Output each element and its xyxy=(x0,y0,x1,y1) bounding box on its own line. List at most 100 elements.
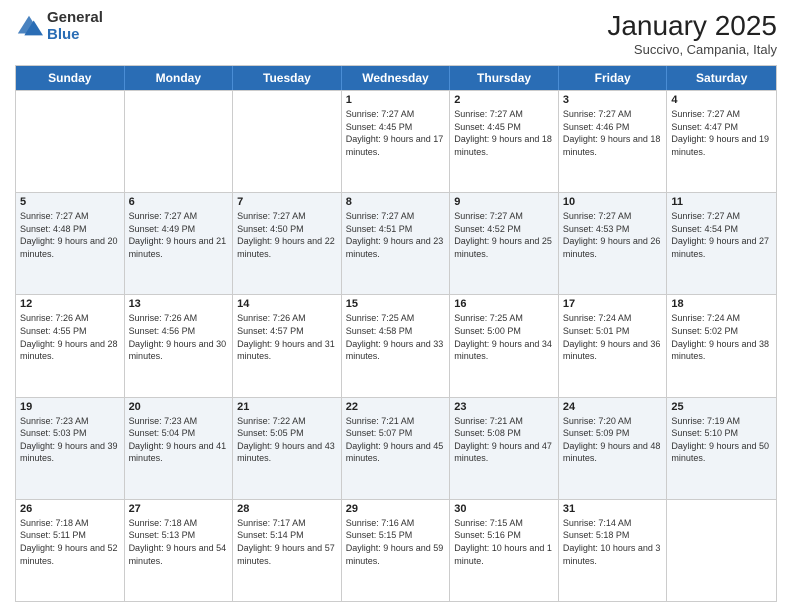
day-number: 13 xyxy=(129,298,229,310)
cell-sun-info: Sunrise: 7:27 AM Sunset: 4:48 PM Dayligh… xyxy=(20,210,120,260)
cell-sun-info: Sunrise: 7:27 AM Sunset: 4:45 PM Dayligh… xyxy=(454,108,554,158)
day-number: 28 xyxy=(237,503,337,515)
calendar-header: SundayMondayTuesdayWednesdayThursdayFrid… xyxy=(16,66,776,90)
cal-cell-day-31: 31Sunrise: 7:14 AM Sunset: 5:18 PM Dayli… xyxy=(559,500,668,601)
header-day-sunday: Sunday xyxy=(16,66,125,90)
cell-sun-info: Sunrise: 7:21 AM Sunset: 5:08 PM Dayligh… xyxy=(454,415,554,465)
day-number: 5 xyxy=(20,196,120,208)
cal-cell-empty xyxy=(667,500,776,601)
calendar-body: 1 Sunrise: 7:27 AM Sunset: 4:45 PM Daylig… xyxy=(16,90,776,601)
cal-cell-day-14: 14 Sunrise: 7:26 AM Sunset: 4:57 PM Dayli… xyxy=(233,295,342,396)
cell-sun-info: Sunrise: 7:20 AM Sunset: 5:09 PM Dayligh… xyxy=(563,415,663,465)
cal-cell-day-23: 23 Sunrise: 7:21 AM Sunset: 5:08 PM Dayli… xyxy=(450,398,559,499)
page-header: General Blue January 2025 Succivo, Campa… xyxy=(15,10,777,57)
cell-sun-info: Sunrise: 7:27 AM Sunset: 4:46 PM Dayligh… xyxy=(563,108,663,158)
cal-cell-day-12: 12 Sunrise: 7:26 AM Sunset: 4:55 PM Dayli… xyxy=(16,295,125,396)
day-number: 8 xyxy=(346,196,446,208)
cal-cell-day-6: 6Sunrise: 7:27 AM Sunset: 4:49 PM Daylig… xyxy=(125,193,234,294)
cal-cell-day-8: 8 Sunrise: 7:27 AM Sunset: 4:51 PM Daylig… xyxy=(342,193,451,294)
cell-sun-info: Sunrise: 7:23 AM Sunset: 5:04 PM Dayligh… xyxy=(129,415,229,465)
cell-sun-info: Sunrise: 7:23 AM Sunset: 5:03 PM Dayligh… xyxy=(20,415,120,465)
cal-cell-day-10: 10 Sunrise: 7:27 AM Sunset: 4:53 PM Dayli… xyxy=(559,193,668,294)
header-day-friday: Friday xyxy=(559,66,668,90)
day-number: 16 xyxy=(454,298,554,310)
cal-cell-day-5: 5 Sunrise: 7:27 AM Sunset: 4:48 PM Daylig… xyxy=(16,193,125,294)
day-number: 6 xyxy=(129,196,229,208)
cal-cell-day-25: 25Sunrise: 7:19 AM Sunset: 5:10 PM Dayli… xyxy=(667,398,776,499)
cal-cell-day-21: 21 Sunrise: 7:22 AM Sunset: 5:05 PM Dayli… xyxy=(233,398,342,499)
cal-week-3: 12 Sunrise: 7:26 AM Sunset: 4:55 PM Dayli… xyxy=(16,294,776,396)
cal-cell-day-20: 20 Sunrise: 7:23 AM Sunset: 5:04 PM Dayli… xyxy=(125,398,234,499)
cal-cell-day-17: 17 Sunrise: 7:24 AM Sunset: 5:01 PM Dayli… xyxy=(559,295,668,396)
logo-general: General xyxy=(47,10,103,27)
day-number: 31 xyxy=(563,503,663,515)
cal-cell-day-30: 30Sunrise: 7:15 AM Sunset: 5:16 PM Dayli… xyxy=(450,500,559,601)
title-block: January 2025 Succivo, Campania, Italy xyxy=(607,10,777,57)
cal-cell-empty xyxy=(233,91,342,192)
logo-icon xyxy=(15,13,43,41)
header-day-saturday: Saturday xyxy=(667,66,776,90)
cell-sun-info: Sunrise: 7:26 AM Sunset: 4:55 PM Dayligh… xyxy=(20,312,120,362)
cell-sun-info: Sunrise: 7:26 AM Sunset: 4:57 PM Dayligh… xyxy=(237,312,337,362)
day-number: 20 xyxy=(129,401,229,413)
cal-cell-day-3: 3 Sunrise: 7:27 AM Sunset: 4:46 PM Daylig… xyxy=(559,91,668,192)
cal-cell-day-16: 16 Sunrise: 7:25 AM Sunset: 5:00 PM Dayli… xyxy=(450,295,559,396)
cal-cell-day-7: 7 Sunrise: 7:27 AM Sunset: 4:50 PM Daylig… xyxy=(233,193,342,294)
cal-cell-day-18: 18 Sunrise: 7:24 AM Sunset: 5:02 PM Dayli… xyxy=(667,295,776,396)
day-number: 26 xyxy=(20,503,120,515)
day-number: 7 xyxy=(237,196,337,208)
day-number: 22 xyxy=(346,401,446,413)
cal-cell-empty xyxy=(125,91,234,192)
day-number: 2 xyxy=(454,94,554,106)
day-number: 10 xyxy=(563,196,663,208)
day-number: 3 xyxy=(563,94,663,106)
day-number: 18 xyxy=(671,298,772,310)
logo-blue: Blue xyxy=(47,27,103,44)
location: Succivo, Campania, Italy xyxy=(607,42,777,57)
header-day-monday: Monday xyxy=(125,66,234,90)
cal-cell-day-27: 27Sunrise: 7:18 AM Sunset: 5:13 PM Dayli… xyxy=(125,500,234,601)
day-number: 1 xyxy=(346,94,446,106)
cell-sun-info: Sunrise: 7:22 AM Sunset: 5:05 PM Dayligh… xyxy=(237,415,337,465)
cell-sun-info: Sunrise: 7:27 AM Sunset: 4:45 PM Dayligh… xyxy=(346,108,446,158)
cell-sun-info: Sunrise: 7:21 AM Sunset: 5:07 PM Dayligh… xyxy=(346,415,446,465)
calendar: SundayMondayTuesdayWednesdayThursdayFrid… xyxy=(15,65,777,602)
cell-sun-info: Sunrise: 7:27 AM Sunset: 4:50 PM Dayligh… xyxy=(237,210,337,260)
cal-cell-day-9: 9Sunrise: 7:27 AM Sunset: 4:52 PM Daylig… xyxy=(450,193,559,294)
cal-cell-day-19: 19Sunrise: 7:23 AM Sunset: 5:03 PM Dayli… xyxy=(16,398,125,499)
cell-sun-info: Sunrise: 7:24 AM Sunset: 5:01 PM Dayligh… xyxy=(563,312,663,362)
cell-sun-info: Sunrise: 7:26 AM Sunset: 4:56 PM Dayligh… xyxy=(129,312,229,362)
cell-sun-info: Sunrise: 7:27 AM Sunset: 4:51 PM Dayligh… xyxy=(346,210,446,260)
cell-sun-info: Sunrise: 7:15 AM Sunset: 5:16 PM Dayligh… xyxy=(454,517,554,567)
cell-sun-info: Sunrise: 7:25 AM Sunset: 5:00 PM Dayligh… xyxy=(454,312,554,362)
cal-cell-day-15: 15Sunrise: 7:25 AM Sunset: 4:58 PM Dayli… xyxy=(342,295,451,396)
cell-sun-info: Sunrise: 7:18 AM Sunset: 5:13 PM Dayligh… xyxy=(129,517,229,567)
day-number: 14 xyxy=(237,298,337,310)
cal-cell-day-13: 13 Sunrise: 7:26 AM Sunset: 4:56 PM Dayli… xyxy=(125,295,234,396)
cell-sun-info: Sunrise: 7:16 AM Sunset: 5:15 PM Dayligh… xyxy=(346,517,446,567)
cal-cell-day-22: 22 Sunrise: 7:21 AM Sunset: 5:07 PM Dayli… xyxy=(342,398,451,499)
cal-week-1: 1 Sunrise: 7:27 AM Sunset: 4:45 PM Daylig… xyxy=(16,90,776,192)
cell-sun-info: Sunrise: 7:27 AM Sunset: 4:47 PM Dayligh… xyxy=(671,108,772,158)
day-number: 29 xyxy=(346,503,446,515)
day-number: 23 xyxy=(454,401,554,413)
day-number: 17 xyxy=(563,298,663,310)
day-number: 15 xyxy=(346,298,446,310)
cell-sun-info: Sunrise: 7:24 AM Sunset: 5:02 PM Dayligh… xyxy=(671,312,772,362)
cell-sun-info: Sunrise: 7:27 AM Sunset: 4:53 PM Dayligh… xyxy=(563,210,663,260)
cal-cell-day-29: 29 Sunrise: 7:16 AM Sunset: 5:15 PM Dayli… xyxy=(342,500,451,601)
header-day-tuesday: Tuesday xyxy=(233,66,342,90)
cal-week-4: 19Sunrise: 7:23 AM Sunset: 5:03 PM Dayli… xyxy=(16,397,776,499)
cell-sun-info: Sunrise: 7:27 AM Sunset: 4:54 PM Dayligh… xyxy=(671,210,772,260)
header-day-thursday: Thursday xyxy=(450,66,559,90)
day-number: 12 xyxy=(20,298,120,310)
cal-cell-day-24: 24Sunrise: 7:20 AM Sunset: 5:09 PM Dayli… xyxy=(559,398,668,499)
header-day-wednesday: Wednesday xyxy=(342,66,451,90)
day-number: 21 xyxy=(237,401,337,413)
logo: General Blue xyxy=(15,10,103,43)
cell-sun-info: Sunrise: 7:19 AM Sunset: 5:10 PM Dayligh… xyxy=(671,415,772,465)
cal-cell-day-2: 2 Sunrise: 7:27 AM Sunset: 4:45 PM Daylig… xyxy=(450,91,559,192)
day-number: 4 xyxy=(671,94,772,106)
day-number: 9 xyxy=(454,196,554,208)
month-title: January 2025 xyxy=(607,10,777,42)
